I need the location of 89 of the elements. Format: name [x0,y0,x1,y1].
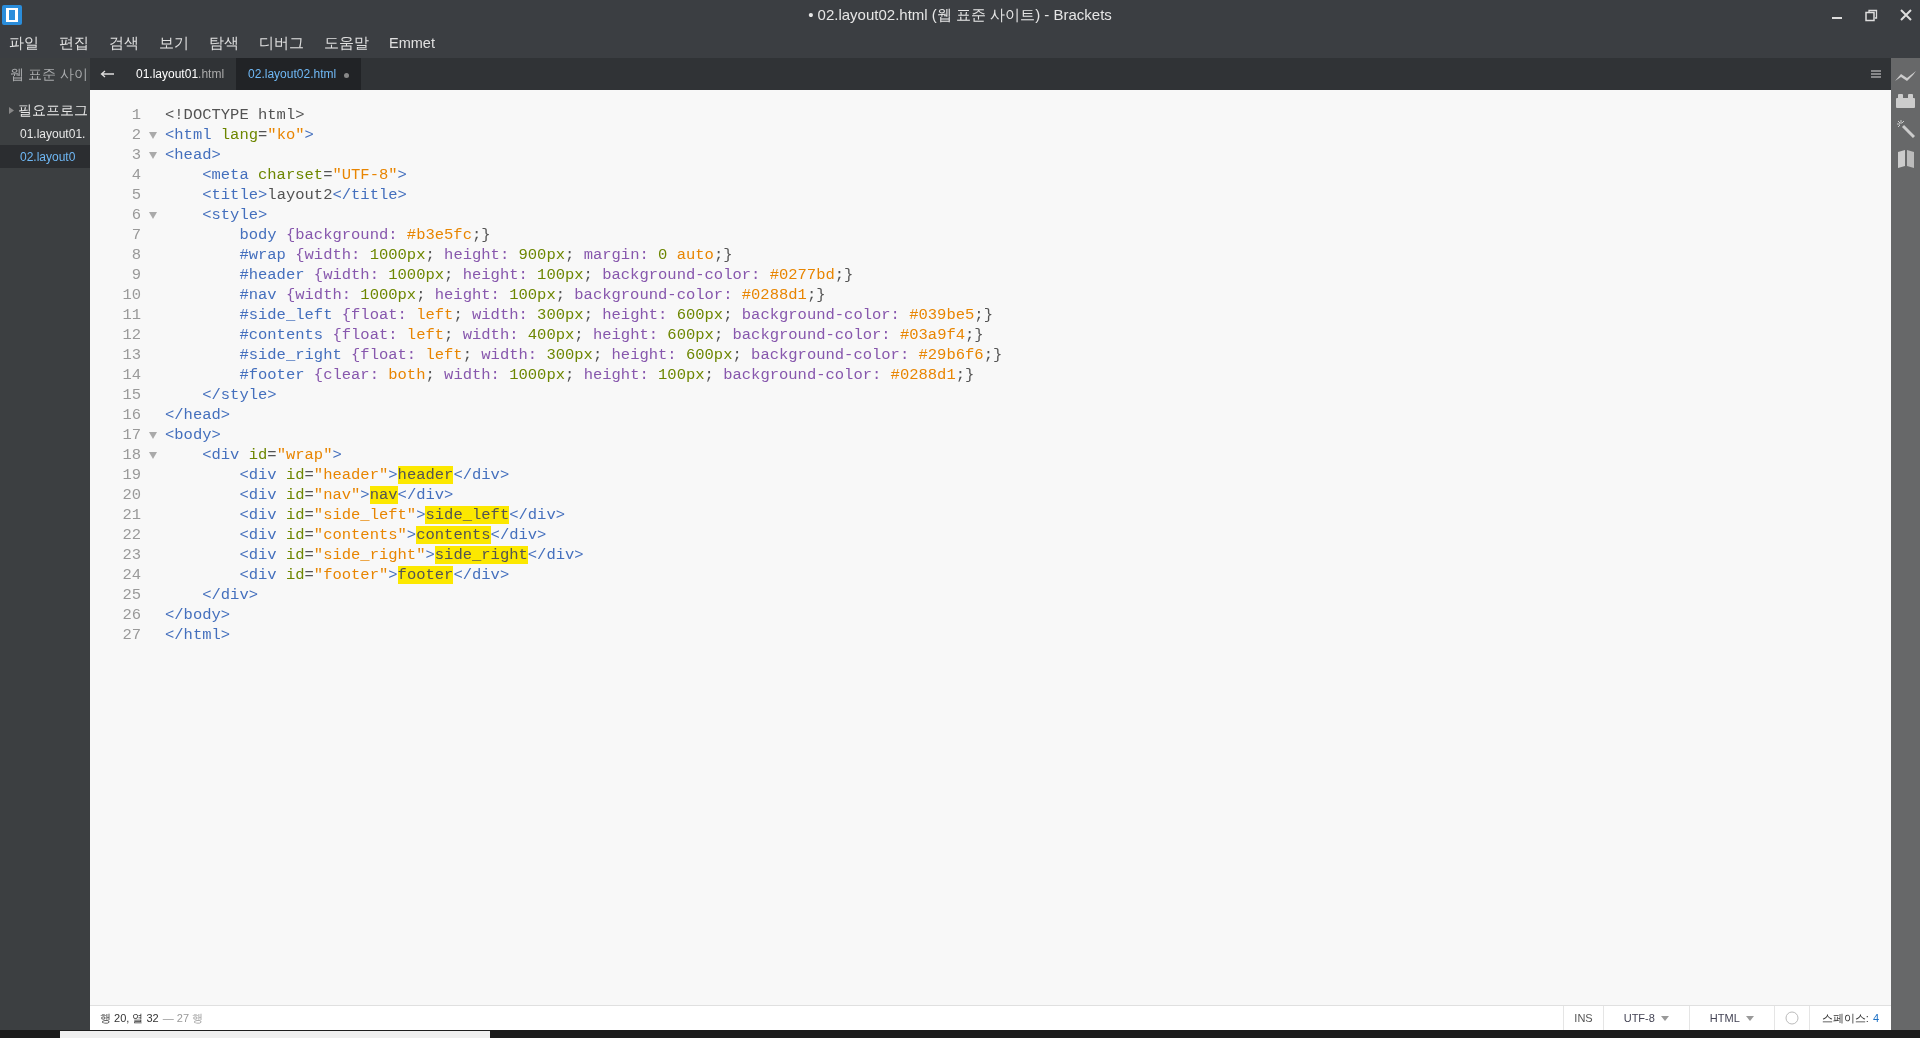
back-arrow-icon[interactable] [100,70,114,78]
code-line: #nav {width: 1000px; height: 100px; background-color: #0288d1;} [238,285,826,305]
code-line: #wrap {width: 1000px; height: 900px; margin: 0 auto;} [238,245,733,265]
code-line: <div id="side_right">side_right</div> [238,545,584,565]
code-line: <html lang="ko"> [165,125,314,145]
line-number: 5 [130,185,141,205]
menu-item[interactable]: 파일 [9,33,39,55]
code-line: <div id="header">header</div> [238,465,510,485]
menu-item[interactable]: Emmet [389,33,435,55]
code-line: <div id="contents">contents</div> [238,525,547,545]
fold-arrow-icon[interactable] [149,131,157,139]
line-number: 8 [130,245,141,265]
fold-arrow-icon[interactable] [149,451,157,459]
code-line: <title>layout2</title> [201,185,407,205]
code-line: <meta charset="UTF-8"> [201,165,407,185]
caret-icon [1745,1015,1754,1021]
book-icon[interactable] [1896,150,1915,168]
line-number: 13 [121,345,141,365]
line-number: 22 [121,525,141,545]
code-line: #contents {float: left; width: 400px; height: 600px; background-color: #03a9f4;} [238,325,984,345]
line-number: 2 [130,125,141,145]
line-number: 18 [121,445,141,465]
line-number: 20 [121,485,141,505]
line-number: 3 [130,145,141,165]
file-tab[interactable]: 02.layout02.html [236,58,362,90]
code-line: </body> [165,605,231,625]
code-line: #side_left {float: left; width: 300px; height: 600px; background-color: #039be5;} [238,305,993,325]
menu-item[interactable]: 디버그 [259,33,304,55]
cursor-position: 행 20, 열 32 [100,1010,159,1026]
code-line: </style> [201,385,277,405]
code-line: body {background: #b3e5fc;} [238,225,491,245]
menu-item[interactable]: 검색 [109,33,139,55]
line-number: 4 [130,165,141,185]
caret-icon [1660,1015,1669,1021]
extension-brick-icon[interactable] [1896,94,1915,108]
line-number: 7 [130,225,141,245]
menu-item[interactable]: 도움말 [324,33,369,55]
restore-icon[interactable] [1865,8,1878,22]
line-number: 6 [130,205,141,225]
line-number: 11 [121,305,141,325]
line-number: 15 [121,385,141,405]
magic-wand-icon[interactable] [1896,120,1915,138]
code-line: <style> [201,205,268,225]
code-line: #side_right {float: left; width: 300px; height: 600px; background-color: #29b6f6;} [238,345,1003,365]
line-number: 23 [121,545,141,565]
expand-triangle-icon[interactable] [9,107,14,114]
app-logo-icon [2,5,22,25]
fold-arrow-icon[interactable] [149,431,157,439]
line-number: 12 [121,325,141,345]
line-number: 25 [121,585,141,605]
code-line: </head> [165,405,231,425]
code-line: <div id="wrap"> [201,445,342,465]
project-title[interactable]: 웹 표준 사이 [10,63,88,85]
folder-name: 필요프로그 [18,101,88,120]
line-number: 9 [130,265,141,285]
folder-row[interactable]: 필요프로그 [0,99,90,122]
code-line: <div id="side_left">side_left</div> [238,505,565,525]
line-count: — 27 행 [162,1010,204,1026]
file-item[interactable]: 01.layout01. [0,122,90,145]
code-line: <!DOCTYPE html> [165,105,305,125]
code-line: #footer {clear: both; width: 1000px; height: 100px; background-color: #0288d1;} [238,365,975,385]
line-number: 24 [121,565,141,585]
close-icon[interactable] [1900,9,1912,21]
line-number: 26 [121,605,141,625]
live-preview-icon[interactable] [1894,70,1917,82]
file-tab[interactable]: 01.layout01.html [124,58,237,90]
line-number: 27 [121,625,141,645]
file-item[interactable]: 02.layout0 [0,145,90,168]
line-number: 19 [121,465,141,485]
code-line: <div id="footer">footer</div> [238,565,510,585]
line-number: 16 [121,405,141,425]
menu-icon[interactable] [1871,70,1881,78]
line-number: 21 [121,505,141,525]
code-line: </html> [165,625,231,645]
menu-item[interactable]: 보기 [159,33,189,55]
line-number: 10 [121,285,141,305]
code-line: <head> [165,145,221,165]
code-line: <body> [165,425,221,445]
window-title: • 02.layout02.html (웹 표준 사이트) - Brackets [808,4,1112,25]
line-number: 1 [130,105,141,125]
code-line: </div> [201,585,258,605]
code-line: <div id="nav">nav</div> [238,485,454,505]
code-line: #header {width: 1000px; height: 100px; background-color: #0277bd;} [238,265,854,285]
fold-arrow-icon[interactable] [149,151,157,159]
fold-arrow-icon[interactable] [149,211,157,219]
line-number: 14 [121,365,141,385]
menu-item[interactable]: 편집 [59,33,89,55]
menu-item[interactable]: 탐색 [209,33,239,55]
line-number: 17 [121,425,141,445]
